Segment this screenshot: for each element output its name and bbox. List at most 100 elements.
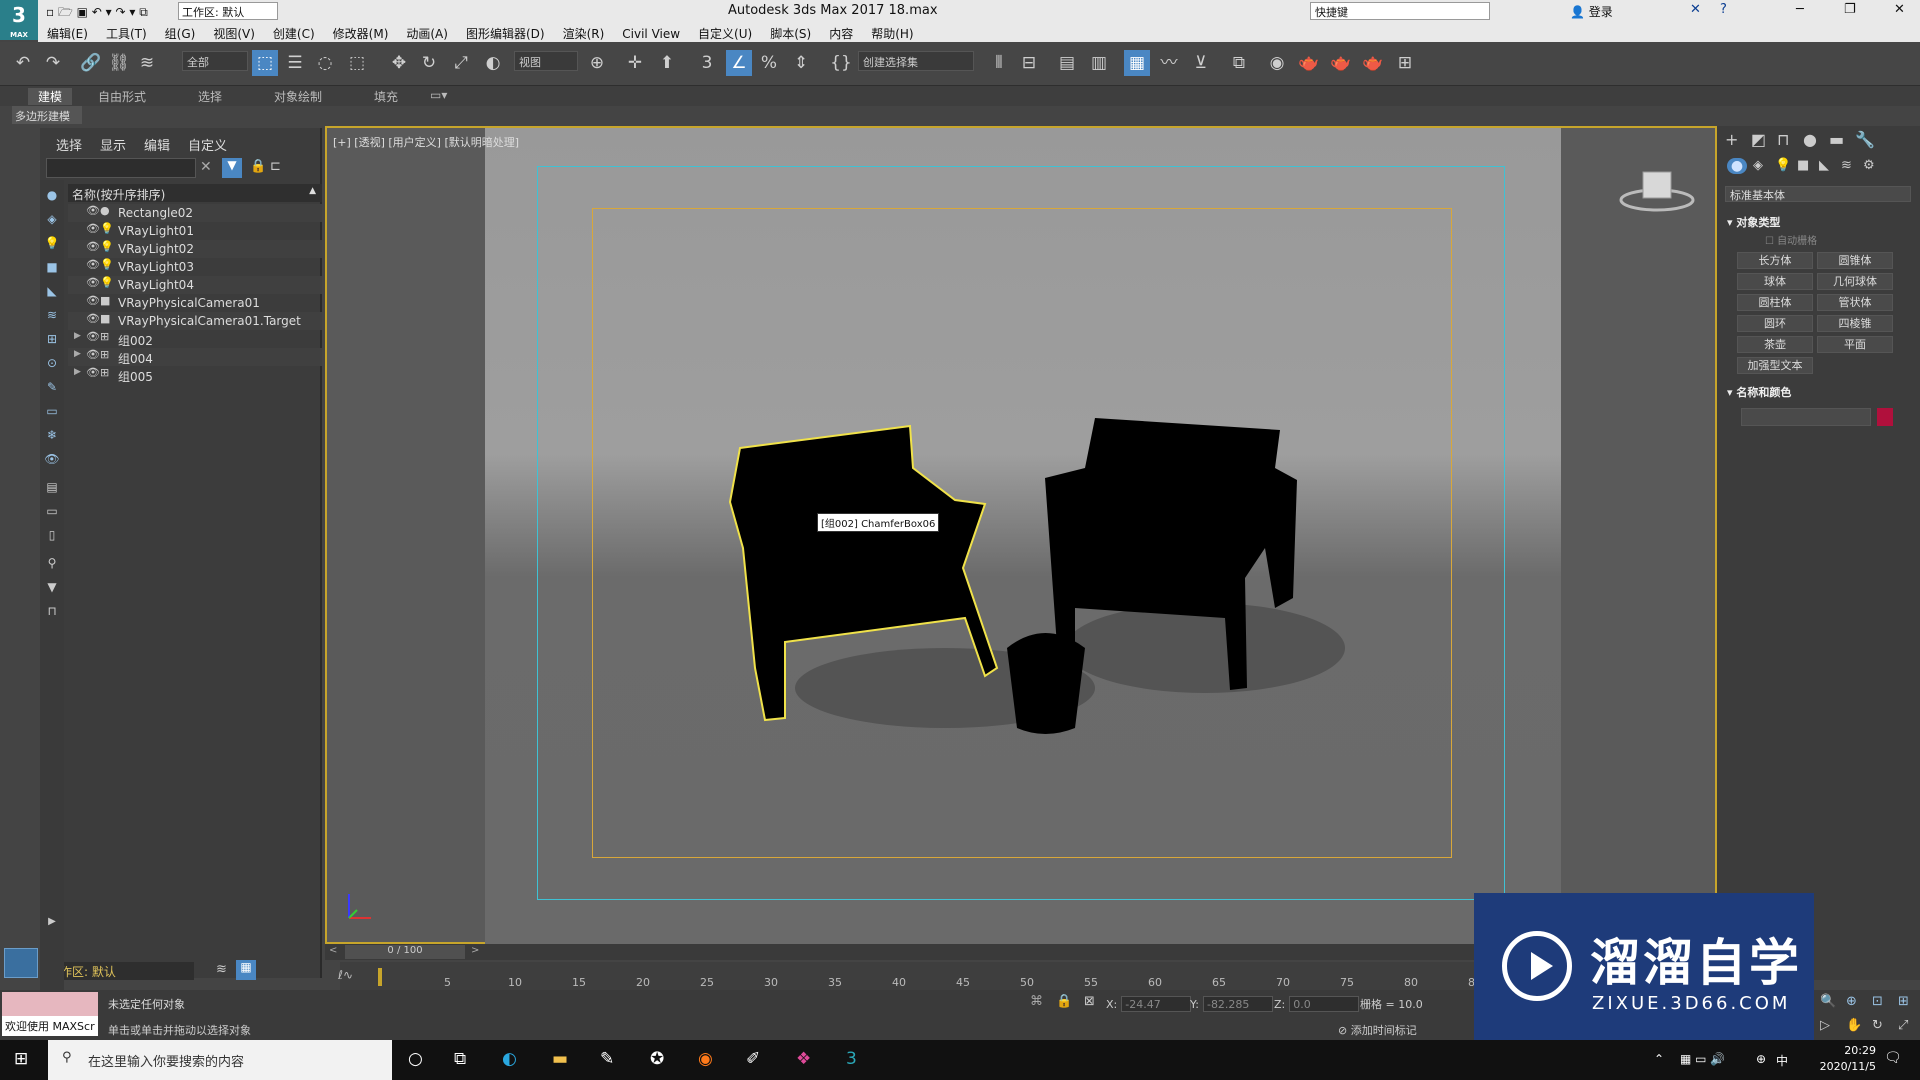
expand-arrow-icon[interactable]: ▶ bbox=[74, 331, 81, 341]
minimize-button[interactable]: ─ bbox=[1796, 2, 1804, 17]
snaps-icon[interactable]: 3 bbox=[694, 50, 720, 76]
menu-civil-view[interactable]: Civil View bbox=[613, 24, 689, 41]
plane-button[interactable]: 平面 bbox=[1817, 336, 1893, 353]
layers-icon[interactable]: ≋ bbox=[216, 962, 227, 977]
toggle-ribbon-icon[interactable]: ▥ bbox=[1086, 50, 1112, 76]
render-icon[interactable]: 🫖 bbox=[1360, 50, 1386, 76]
ribbon-options-icon[interactable]: ▭▾ bbox=[430, 88, 447, 102]
expand-arrow-icon[interactable]: ▶ bbox=[74, 367, 81, 377]
tree-row[interactable]: 👁 💡 VRayLight04 bbox=[68, 276, 322, 294]
unlink-icon[interactable]: ⛓ bbox=[106, 50, 132, 76]
taskbar-search[interactable]: ⚲ 在这里输入你要搜索的内容 bbox=[48, 1040, 392, 1080]
selection-lock-icon[interactable]: 🔒 bbox=[1056, 994, 1072, 1009]
menu-create[interactable]: 创建(C) bbox=[264, 22, 324, 42]
zoom-extents-icon[interactable]: ⊡ bbox=[1872, 994, 1883, 1009]
tree-row[interactable]: 👁 ● Rectangle02 bbox=[68, 204, 322, 222]
prev-frame-icon[interactable]: < bbox=[329, 945, 337, 956]
layer-explorer-icon[interactable]: ▤ bbox=[1054, 50, 1080, 76]
app-icon-2[interactable]: ✪ bbox=[650, 1049, 664, 1069]
expand-arrow-icon[interactable]: ▶ bbox=[74, 349, 81, 359]
menu-customize[interactable]: 自定义(U) bbox=[689, 22, 761, 42]
viewport-layout-icon[interactable] bbox=[4, 948, 38, 978]
utilities-tab-icon[interactable]: 🔧 bbox=[1855, 130, 1875, 149]
close-x-icon[interactable]: ✕ bbox=[1690, 2, 1701, 17]
cameras-icon[interactable]: ■ bbox=[1797, 158, 1809, 173]
eye-icon[interactable]: 👁 bbox=[86, 366, 100, 379]
windows-start-icon[interactable]: ⊞ bbox=[14, 1049, 28, 1069]
search-input[interactable]: 快捷键 bbox=[1310, 2, 1490, 20]
maximize-viewport-icon[interactable]: ⤢ bbox=[1898, 1018, 1908, 1033]
app-icon-1[interactable]: ✎ bbox=[600, 1049, 614, 1069]
light-filter-icon[interactable]: 💡 bbox=[44, 236, 60, 252]
hierarchy-tab-icon[interactable]: ⊓ bbox=[1777, 130, 1789, 149]
rollout-name-color[interactable]: ▾ 名称和颜色 bbox=[1727, 384, 1791, 400]
pivot-icon[interactable]: ⊕ bbox=[584, 50, 610, 76]
help-icon[interactable]: ? bbox=[1720, 2, 1727, 17]
select-by-name-icon[interactable]: ☰ bbox=[282, 50, 308, 76]
shapes-icon[interactable]: ◈ bbox=[1753, 158, 1763, 173]
3dsmax-taskbar-icon[interactable]: 3 bbox=[846, 1049, 857, 1069]
file-explorer-icon[interactable]: ▬ bbox=[552, 1049, 568, 1069]
spacewarps-icon[interactable]: ≋ bbox=[1841, 158, 1852, 173]
orbit-icon[interactable]: ↻ bbox=[1872, 1018, 1883, 1033]
schematic-view-icon[interactable]: ⧉ bbox=[1226, 50, 1252, 76]
edge-icon[interactable]: ◐ bbox=[502, 1049, 517, 1069]
scene-tab-customize[interactable]: 自定义 bbox=[188, 135, 227, 154]
app-logo[interactable]: 3 MAX bbox=[0, 0, 38, 40]
object-name-input[interactable] bbox=[1741, 408, 1871, 426]
transform-type-in-icon[interactable]: ⊠ bbox=[1084, 994, 1095, 1009]
ribbon-tab-modeling[interactable]: 建模 bbox=[28, 88, 73, 105]
scene-tab-edit[interactable]: 编辑 bbox=[144, 135, 170, 154]
next-frame-icon[interactable]: > bbox=[471, 945, 479, 956]
column-header[interactable]: 名称(按升序排序) ▲ bbox=[68, 184, 322, 202]
menu-animation[interactable]: 动画(A) bbox=[397, 22, 457, 42]
selection-filter-dropdown[interactable]: 全部 bbox=[182, 51, 248, 71]
helper-filter-icon[interactable]: ◣ bbox=[44, 284, 60, 300]
rollout-object-type[interactable]: ▾ 对象类型 bbox=[1727, 214, 1780, 230]
time-slider[interactable]: 0 / 100 bbox=[345, 945, 465, 959]
rotate-icon[interactable]: ↻ bbox=[416, 50, 442, 76]
eye-icon[interactable]: 👁 bbox=[86, 258, 100, 271]
pan-icon[interactable]: ✋ bbox=[1846, 1018, 1862, 1033]
menu-group[interactable]: 组(G) bbox=[156, 22, 205, 42]
x-field[interactable]: -24.47 bbox=[1121, 996, 1192, 1012]
ribbon-tab-selection[interactable]: 选择 bbox=[198, 88, 222, 105]
track-bar[interactable]: 510152025303540455055606570758085 bbox=[340, 962, 1482, 990]
tray-icons[interactable]: ▦ ▭ 🔊 bbox=[1680, 1052, 1725, 1066]
hierarchy-icon[interactable]: ⊏ bbox=[270, 159, 281, 174]
maxscript-input[interactable]: 欢迎使用 MAXScr bbox=[2, 1016, 98, 1036]
scene-explorer-toggle-icon[interactable]: ▦ bbox=[236, 960, 256, 980]
modify-tab-icon[interactable]: ◩ bbox=[1751, 130, 1766, 149]
workspace-selector[interactable]: 工作区: 默认 bbox=[44, 962, 194, 980]
perspective-viewport[interactable]: [+] [透视] [用户定义] [默认明暗处理] [组002] ChamferB… bbox=[325, 126, 1717, 944]
tree-row[interactable]: 👁 ■ VRayPhysicalCamera01 bbox=[68, 294, 322, 312]
menu-edit[interactable]: 编辑(E) bbox=[38, 22, 97, 42]
eye-icon[interactable]: 👁 bbox=[86, 348, 100, 361]
z-field[interactable]: 0.0 bbox=[1289, 996, 1360, 1012]
funnel-icon[interactable]: ▼ bbox=[44, 580, 60, 596]
scene-search-input[interactable] bbox=[46, 158, 196, 178]
eye-icon[interactable]: 👁 bbox=[86, 240, 100, 253]
move-icon[interactable]: ✥ bbox=[386, 50, 412, 76]
eye-icon[interactable]: 👁 bbox=[86, 330, 100, 343]
undo-icon[interactable]: ↶ bbox=[10, 50, 36, 76]
edit-named-selection-icon[interactable]: {} bbox=[828, 50, 854, 76]
curve-editor-icon[interactable]: 〰 bbox=[1156, 50, 1182, 76]
firefox-icon[interactable]: ◉ bbox=[698, 1049, 713, 1069]
ribbon-tab-freeform[interactable]: 自由形式 bbox=[98, 88, 146, 105]
tree-row[interactable]: 👁 💡 VRayLight03 bbox=[68, 258, 322, 276]
zoom-icon[interactable]: 🔍 bbox=[1820, 994, 1836, 1009]
select-object-icon[interactable]: ⬚ bbox=[252, 50, 278, 76]
redo-icon[interactable]: ↷ bbox=[40, 50, 66, 76]
maxscript-listener[interactable] bbox=[2, 992, 98, 1016]
menu-rendering[interactable]: 渲染(R) bbox=[554, 22, 614, 42]
xref-filter-icon[interactable]: ⊙ bbox=[44, 356, 60, 372]
select-manipulate-icon[interactable]: ✛ bbox=[622, 50, 648, 76]
ref-coord-dropdown[interactable]: 视图 bbox=[514, 51, 578, 71]
tree-row[interactable]: 👁 💡 VRayLight02 bbox=[68, 240, 322, 258]
quick-access-toolbar[interactable]: ▫ 🗁 ▣ ↶ ▾ ↷ ▾ ⧉ bbox=[46, 3, 148, 24]
menu-content[interactable]: 内容 bbox=[820, 22, 862, 42]
app-icon-3[interactable]: ❖ bbox=[796, 1049, 811, 1069]
workspace-dropdown[interactable]: 工作区: 默认 bbox=[178, 2, 278, 20]
eye-icon[interactable]: 👁 bbox=[86, 312, 100, 325]
